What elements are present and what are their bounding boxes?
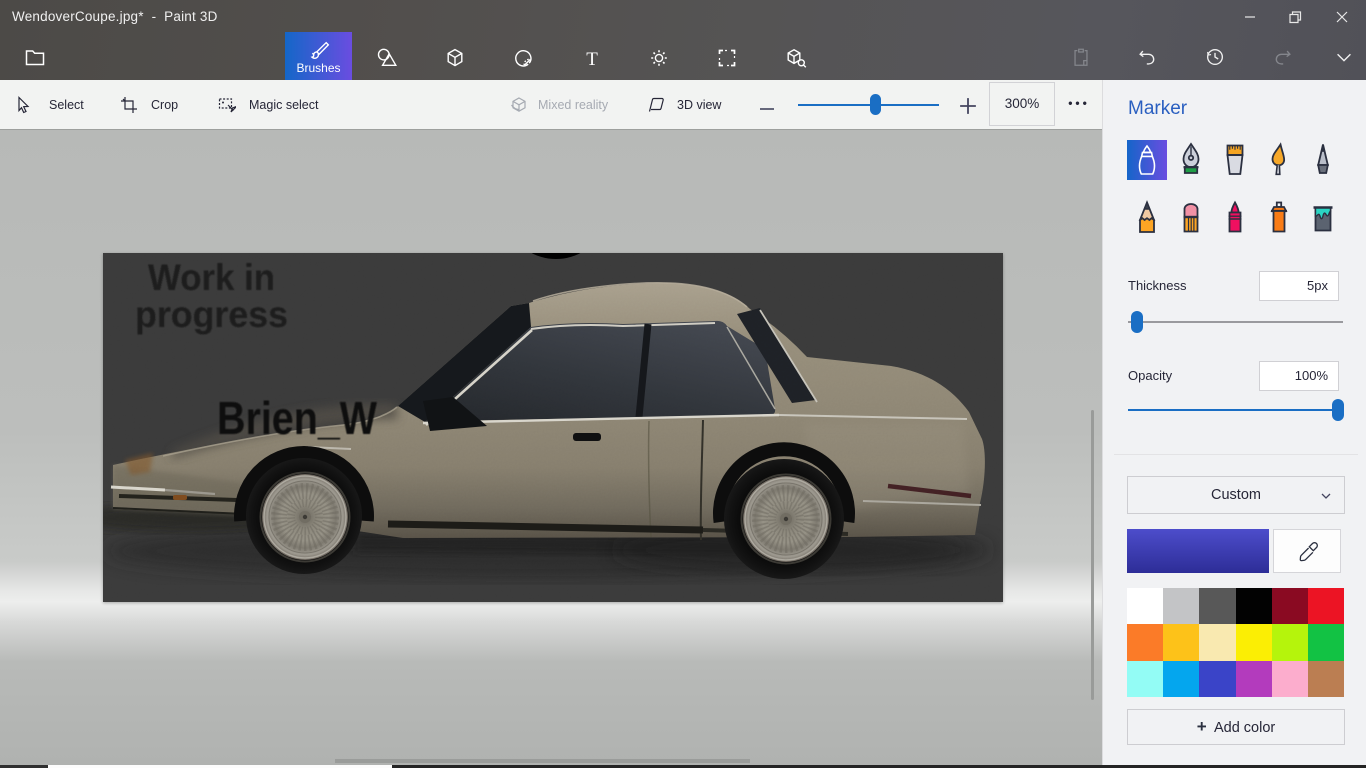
svg-text:T: T: [586, 49, 598, 70]
